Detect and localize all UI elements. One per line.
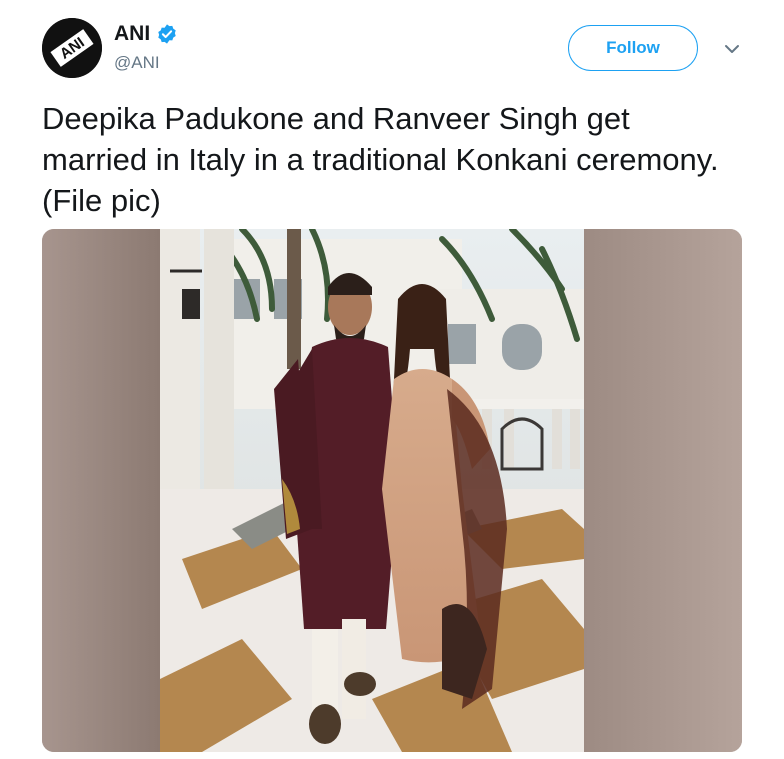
wedding-photo-image bbox=[42, 229, 742, 752]
verified-badge-icon bbox=[158, 24, 176, 44]
follow-button[interactable]: Follow bbox=[568, 25, 698, 71]
tweet-media-photo[interactable] bbox=[42, 229, 742, 752]
author-avatar[interactable]: ANI bbox=[42, 18, 102, 78]
tweet-text: Deepika Padukone and Ranveer Singh get m… bbox=[42, 101, 719, 218]
ani-logo-icon: ANI bbox=[42, 18, 102, 78]
chevron-down-icon[interactable] bbox=[721, 38, 743, 60]
tweet-card: ANI ANI @ANI Follow Deepika Padukone and… bbox=[0, 0, 784, 759]
author-display-name[interactable]: ANI bbox=[114, 22, 150, 46]
author-handle[interactable]: @ANI bbox=[114, 53, 160, 73]
author-name-row[interactable]: ANI bbox=[114, 22, 178, 46]
